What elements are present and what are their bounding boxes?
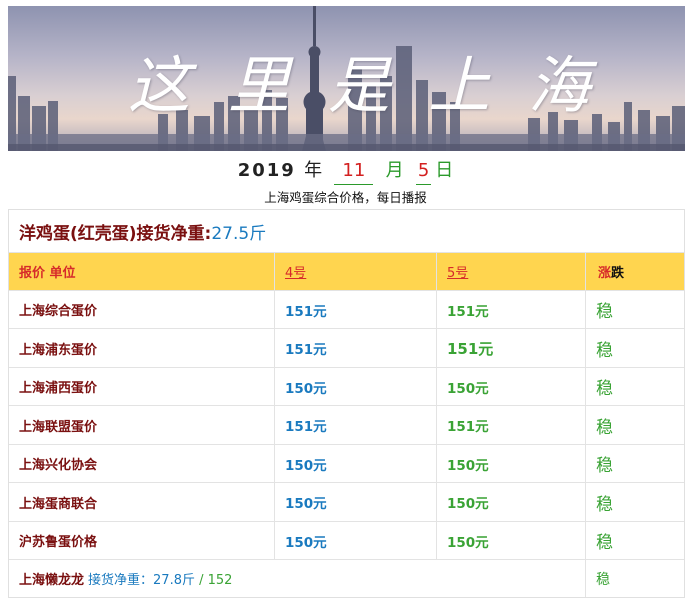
row-price-4: 150元 [285, 534, 327, 551]
footer-value: 27.8斤 [153, 573, 195, 588]
footer-name: 上海懒龙龙 [19, 573, 85, 588]
row-price-4: 151元 [285, 419, 327, 435]
table-header-row: 报价 单位 4号 5号 涨 跌 [9, 253, 684, 291]
row-name: 上海综合蛋价 [19, 304, 98, 319]
table-row: 沪苏鲁蛋价格 150元 150元 稳 [9, 522, 684, 560]
date-day: 5 [415, 158, 432, 185]
row-price-4: 150元 [285, 457, 327, 474]
row-price-4: 151元 [285, 342, 327, 358]
row-price-5: 151元 [447, 339, 494, 358]
header-quote-unit: 报价 单位 [9, 253, 274, 290]
footer-label: 接货净重： [88, 573, 154, 588]
header-day-4: 4号 [274, 253, 436, 290]
date-day-char: 日 [435, 160, 454, 181]
table-row: 上海综合蛋价 151元 151元 稳 [9, 291, 684, 329]
header-day-5-label: 5号 [447, 266, 469, 281]
row-name: 上海浦东蛋价 [19, 342, 98, 358]
banner-image: 这里是上海 [8, 6, 685, 151]
row-price-5: 150元 [447, 457, 489, 474]
table-title-value: 27.5斤 [211, 223, 267, 244]
row-trend: 稳 [596, 379, 613, 399]
date-line: 2019 年 11 月 5日 [0, 158, 691, 185]
banner-title: 这里是上海 [128, 49, 629, 122]
row-price-4: 150元 [285, 496, 327, 512]
row-name: 上海联盟蛋价 [19, 419, 98, 435]
header-quote-unit-label: 报价 单位 [19, 266, 76, 281]
header-change: 涨 跌 [585, 253, 684, 290]
table-row: 上海浦东蛋价 151元 151元 稳 [9, 329, 684, 368]
header-day-4-label: 4号 [285, 266, 307, 281]
table-row: 上海浦西蛋价 150元 150元 稳 [9, 368, 684, 406]
table-row: 上海兴化协会 150元 150元 稳 [9, 445, 684, 483]
date-year: 2019 [237, 160, 296, 181]
row-price-5: 150元 [447, 534, 489, 551]
date-month: 11 [334, 158, 374, 185]
subtitle: 上海鸡蛋综合价格，每日播报 [264, 190, 427, 205]
row-price-4: 151元 [285, 303, 327, 320]
table-row: 上海联盟蛋价 151元 151元 稳 [9, 406, 684, 445]
table-title: 洋鸡蛋(红壳蛋)接货净重: 27.5斤 [9, 210, 684, 252]
row-trend: 稳 [596, 417, 613, 438]
row-trend: 稳 [596, 302, 613, 322]
table-title-row: 洋鸡蛋(红壳蛋)接货净重: 27.5斤 [9, 210, 684, 253]
table-title-label: 洋鸡蛋(红壳蛋)接货净重: [19, 223, 212, 244]
row-price-5: 150元 [447, 496, 489, 512]
row-price-5: 150元 [447, 380, 489, 397]
row-trend: 稳 [596, 533, 613, 553]
header-change-fall: 跌 [611, 266, 625, 281]
row-price-4: 150元 [285, 380, 327, 397]
row-name: 上海蛋商联合 [19, 496, 98, 512]
row-name: 上海浦西蛋价 [19, 381, 98, 396]
footer-trend: 稳 [596, 571, 610, 588]
row-trend: 稳 [596, 340, 613, 361]
footer-price: 152 [207, 573, 233, 588]
date-year-char: 年 [304, 160, 323, 181]
date-month-char: 月 [385, 160, 404, 181]
footer-text: 上海懒龙龙 接货净重：27.8斤 / 152 [9, 569, 232, 588]
table-row: 上海蛋商联合 150元 150元 稳 [9, 483, 684, 522]
row-trend: 稳 [596, 494, 613, 515]
row-price-5: 151元 [447, 419, 489, 435]
row-price-5: 151元 [447, 303, 489, 320]
row-name: 上海兴化协会 [19, 458, 98, 473]
egg-price-table: 洋鸡蛋(红壳蛋)接货净重: 27.5斤 报价 单位 4号 5号 涨 跌 上海综合… [8, 209, 685, 598]
footer-separator: / [194, 573, 208, 588]
row-trend: 稳 [596, 456, 613, 476]
header-day-5: 5号 [436, 253, 585, 290]
header-change-rise: 涨 [598, 266, 612, 281]
table-footer-row: 上海懒龙龙 接货净重：27.8斤 / 152 稳 [9, 560, 684, 597]
row-name: 沪苏鲁蛋价格 [19, 535, 98, 550]
